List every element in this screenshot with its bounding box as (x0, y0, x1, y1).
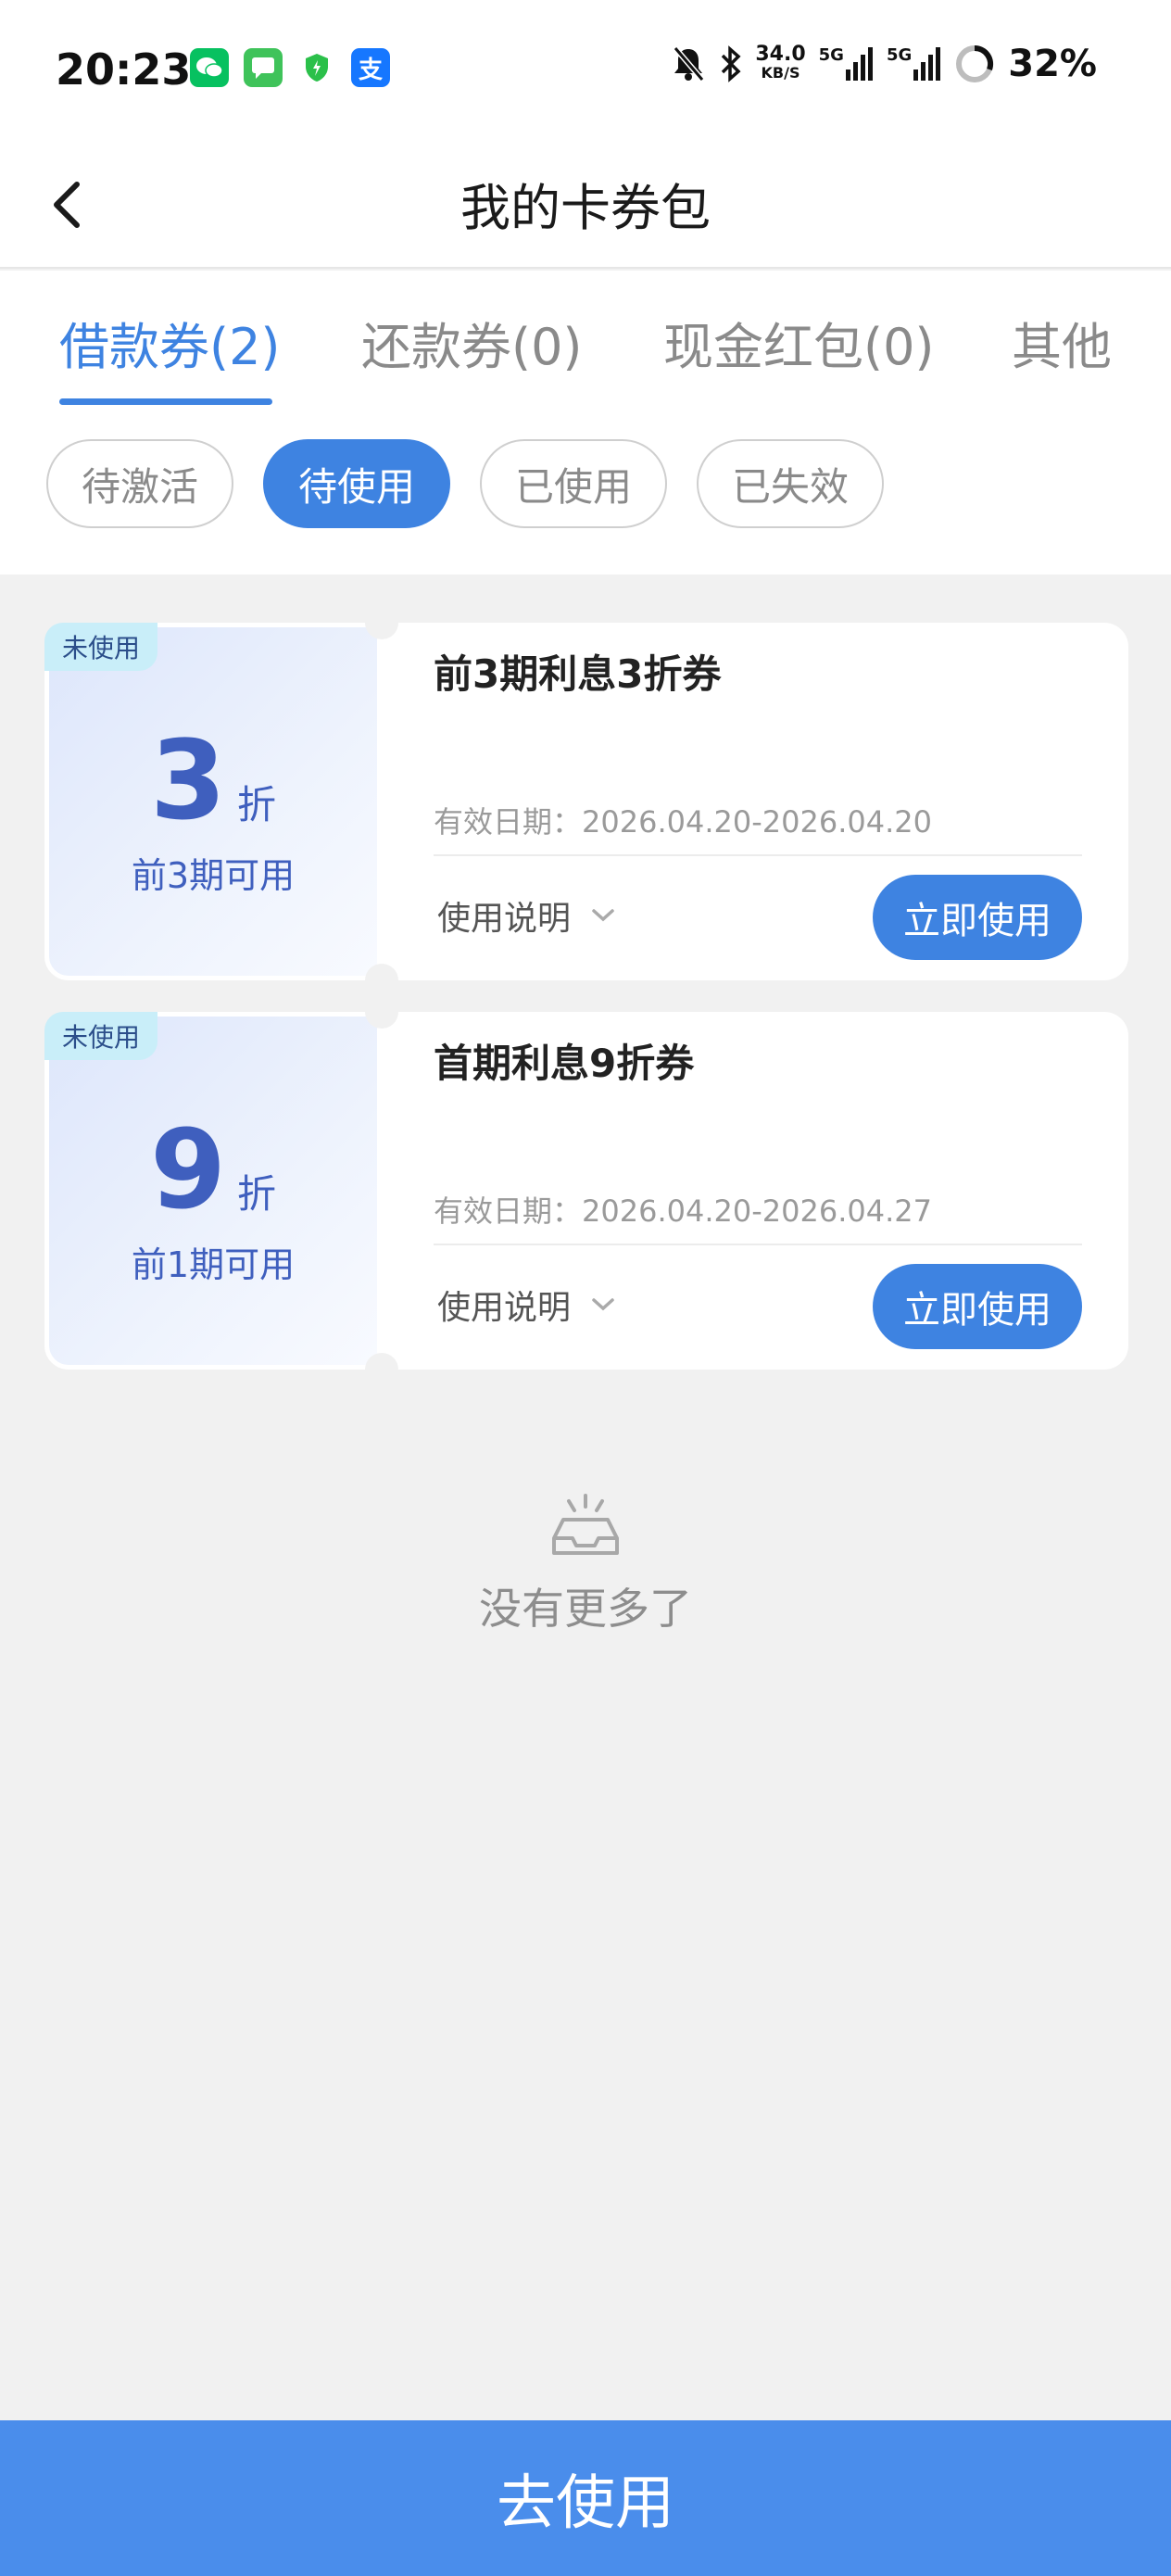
chevron-down-icon (592, 909, 614, 922)
network-label-1: 5G (818, 45, 844, 65)
coupon-name: 前3期利息3折券 (434, 651, 722, 697)
divider (434, 1244, 1082, 1245)
battery-percent: 32% (1008, 43, 1097, 85)
status-badge: 未使用 (44, 623, 157, 671)
shield-icon (297, 48, 336, 87)
usage-instructions-toggle[interactable]: 使用说明 (437, 1281, 615, 1329)
status-badge: 未使用 (44, 1012, 157, 1060)
go-use-button[interactable]: 去使用 (0, 2420, 1171, 2576)
coupon-notch-bottom (365, 964, 398, 997)
discount-value: 9折 (44, 1114, 382, 1225)
coupon-tabs-panel: 借款券(2) 还款券(0) 现金红包(0) 其他 待激活 待使用 已使用 已失效 (0, 271, 1171, 575)
usage-instructions-toggle[interactable]: 使用说明 (437, 891, 615, 940)
network-speed: 34.0 KB/S (755, 43, 806, 82)
active-tab-indicator (59, 398, 272, 405)
coupon-card: 未使用 9折 前1期可用 首期利息9折券 有效日期：2026.04.20-202… (44, 995, 1128, 1386)
speed-value: 34.0 (755, 43, 806, 66)
usage-instructions-label: 使用说明 (437, 1289, 572, 1327)
battery-ring-icon (954, 44, 995, 84)
use-now-button[interactable]: 立即使用 (873, 1264, 1082, 1349)
filter-ready-to-use[interactable]: 待使用 (263, 439, 450, 528)
signal-5g-icon: 5G (819, 45, 874, 82)
discount-number: 3 (149, 716, 227, 844)
discount-scope: 前1期可用 (131, 1244, 296, 1285)
speed-unit: KB/S (761, 64, 800, 82)
mute-bell-icon (670, 44, 707, 83)
network-label-2: 5G (886, 45, 913, 65)
messages-icon (244, 48, 283, 87)
empty-tray-icon (548, 1492, 623, 1559)
discount-unit: 折 (237, 782, 277, 827)
signal-5g-icon-2: 5G (887, 45, 941, 82)
coupon-card: 未使用 3折 前3期可用 前3期利息3折券 有效日期：2026.04.20-20… (44, 606, 1128, 997)
coupon-validity: 有效日期：2026.04.20-2026.04.27 (434, 1193, 932, 1229)
tab-loan-coupons[interactable]: 借款券(2) (59, 306, 281, 379)
filter-expired[interactable]: 已失效 (697, 439, 884, 528)
bluetooth-icon (720, 44, 742, 83)
tab-other[interactable]: 其他 (1012, 306, 1112, 379)
wechat-icon (190, 48, 229, 87)
status-time: 20:23 (56, 44, 192, 95)
page-title: 我的卡券包 (460, 179, 711, 237)
coupon-notch-top (365, 995, 398, 1029)
use-now-button[interactable]: 立即使用 (873, 875, 1082, 960)
discount-value: 3折 (44, 725, 382, 836)
usage-instructions-label: 使用说明 (437, 900, 572, 938)
no-more-text: 没有更多了 (479, 1584, 692, 1634)
alipay-icon: 支 (351, 48, 390, 87)
filter-used[interactable]: 已使用 (480, 439, 667, 528)
discount-unit: 折 (237, 1171, 277, 1217)
coupon-name: 首期利息9折券 (434, 1041, 695, 1086)
chevron-down-icon (592, 1298, 614, 1311)
discount-scope: 前3期可用 (131, 855, 296, 896)
status-app-icons: 支 (190, 48, 390, 87)
discount-number: 9 (149, 1105, 227, 1233)
coupon-notch-bottom (365, 1353, 398, 1386)
app-header: 我的卡券包 (0, 139, 1171, 269)
coupon-notch-top (365, 606, 398, 639)
status-bar: 20:23 支 34.0 KB/S 5G 5G 32% (0, 0, 1171, 139)
divider (434, 854, 1082, 856)
tab-repayment-coupons[interactable]: 还款券(0) (361, 306, 583, 379)
coupon-validity: 有效日期：2026.04.20-2026.04.20 (434, 804, 932, 840)
tab-cash-red-packets[interactable]: 现金红包(0) (663, 306, 935, 379)
status-indicators: 34.0 KB/S 5G 5G 32% (670, 43, 1097, 85)
filter-pending-activation[interactable]: 待激活 (46, 439, 233, 528)
